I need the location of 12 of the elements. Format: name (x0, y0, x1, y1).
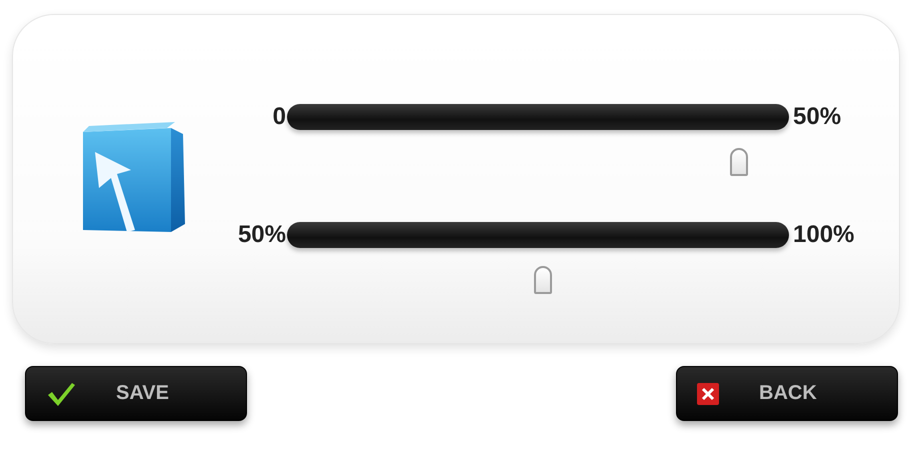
slider-thumb[interactable] (730, 148, 748, 176)
min-label: 0 (272, 102, 287, 132)
slider[interactable] (287, 104, 789, 178)
slider[interactable] (287, 222, 789, 296)
save-button[interactable]: SAVE (25, 366, 247, 421)
back-button[interactable]: BACK (676, 366, 898, 421)
max-label: 100% (792, 220, 856, 250)
close-icon (697, 382, 719, 404)
max-label: 50% (792, 102, 842, 132)
slider-thumb[interactable] (534, 266, 552, 294)
checkmark-icon (46, 380, 76, 406)
min-label: 50% (236, 220, 287, 250)
